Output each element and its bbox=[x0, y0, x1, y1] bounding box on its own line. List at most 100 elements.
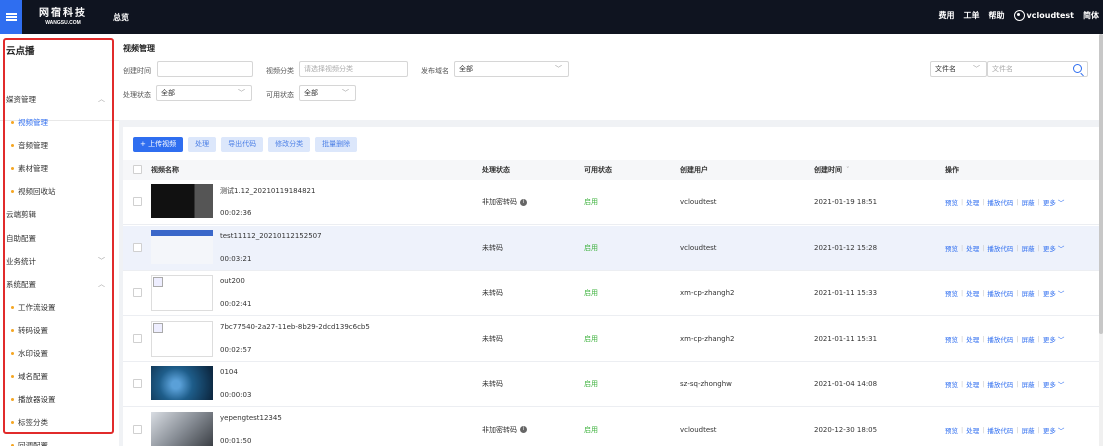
preview-link[interactable]: 预览 bbox=[945, 425, 958, 435]
upload-video-button[interactable]: + 上传视频 bbox=[133, 137, 184, 152]
select-all-checkbox[interactable] bbox=[133, 165, 142, 174]
block-link[interactable]: 屏蔽 bbox=[1022, 334, 1035, 344]
play-code-link[interactable]: 播放代码 bbox=[987, 334, 1013, 344]
process-status-select[interactable]: 全部 ﹀ bbox=[156, 85, 252, 101]
process-link[interactable]: 处理 bbox=[966, 288, 979, 298]
block-link[interactable]: 屏蔽 bbox=[1022, 425, 1035, 435]
preview-link[interactable]: 预览 bbox=[945, 197, 958, 207]
search-field-select[interactable]: 文件名 ﹀ bbox=[930, 61, 987, 77]
separator: | bbox=[982, 334, 985, 343]
search-placeholder: 文件名 bbox=[992, 65, 1013, 73]
video-thumbnail[interactable] bbox=[151, 411, 213, 446]
main-content: 视频管理 创建时间 视频分类 请选择视频分类 发布域名 全部 ﹀ 文件名 ﹀ 文件名… bbox=[119, 34, 1103, 446]
table-row[interactable]: yepengtest12345 00:01:50 非加密转码 i 启用 vcloudtes… bbox=[123, 408, 1099, 446]
more-link[interactable]: 更多 ﹀ bbox=[1043, 425, 1065, 435]
row-checkbox[interactable] bbox=[133, 379, 142, 388]
video-thumbnail[interactable] bbox=[151, 229, 213, 264]
row-checkbox[interactable] bbox=[133, 197, 142, 206]
video-category-select[interactable]: 请选择视频分类 bbox=[299, 61, 408, 77]
info-icon[interactable]: i bbox=[520, 198, 527, 206]
block-link[interactable]: 屏蔽 bbox=[1022, 379, 1035, 389]
play-code-link[interactable]: 播放代码 bbox=[987, 425, 1013, 435]
process-link[interactable]: 处理 bbox=[966, 379, 979, 389]
play-code-link[interactable]: 播放代码 bbox=[987, 243, 1013, 253]
more-link[interactable]: 更多 ﹀ bbox=[1043, 379, 1065, 389]
broken-image-icon bbox=[151, 320, 213, 357]
tickets-link[interactable]: 工单 bbox=[964, 10, 980, 21]
broken-image-icon bbox=[151, 275, 213, 311]
process-status-text: 未转码 bbox=[482, 380, 503, 388]
overview-link[interactable]: 总览 bbox=[113, 12, 129, 23]
table-row[interactable]: out200 00:02:41 未转码 启用 xm-cp-zhangh2 2021-01-… bbox=[123, 271, 1099, 316]
row-checkbox[interactable] bbox=[133, 288, 142, 297]
available-status-select[interactable]: 全部 ﹀ bbox=[299, 85, 356, 101]
user-menu[interactable]: vcloudtest bbox=[1013, 10, 1074, 21]
batch-delete-button[interactable]: 批量删除 bbox=[315, 137, 358, 152]
search-input[interactable]: 文件名 bbox=[987, 61, 1088, 77]
logo[interactable]: 网宿科技 WANGSU.COM bbox=[39, 9, 87, 26]
col-created-at[interactable]: 创建时间 ˅ bbox=[814, 160, 850, 180]
play-code-link[interactable]: 播放代码 bbox=[987, 197, 1013, 207]
separator: | bbox=[1016, 380, 1019, 388]
table-row[interactable]: 测试1.12_20210119184821 00:02:36 非加密转码 i 启用 vcl… bbox=[123, 180, 1099, 225]
help-link[interactable]: 帮助 bbox=[989, 10, 1005, 21]
export-code-button[interactable]: 导出代码 bbox=[221, 137, 264, 152]
more-link[interactable]: 更多 ﹀ bbox=[1043, 197, 1065, 207]
table-row[interactable]: 0104 00:00:03 未转码 启用 sz-sq-zhonghw 2021-01-04… bbox=[123, 362, 1099, 407]
preview-link[interactable]: 预览 bbox=[945, 334, 958, 344]
process-status: 未转码 bbox=[482, 362, 503, 406]
video-title[interactable]: 测试1.12_20210119184821 bbox=[220, 186, 315, 196]
row-checkbox[interactable] bbox=[133, 333, 142, 343]
process-link[interactable]: 处理 bbox=[966, 425, 979, 435]
play-code-link[interactable]: 播放代码 bbox=[987, 288, 1013, 298]
preview-link[interactable]: 预览 bbox=[945, 243, 958, 253]
search-icon[interactable] bbox=[1073, 64, 1082, 73]
preview-link[interactable]: 预览 bbox=[945, 288, 958, 298]
process-link[interactable]: 处理 bbox=[966, 197, 979, 207]
more-label: 更多 bbox=[1042, 426, 1056, 435]
more-label: 更多 bbox=[1042, 199, 1056, 207]
play-code-link[interactable]: 播放代码 bbox=[987, 379, 1013, 389]
row-checkbox[interactable] bbox=[133, 242, 142, 252]
info-icon[interactable]: i bbox=[520, 426, 527, 433]
video-title[interactable]: test11112_20210112152507 bbox=[220, 232, 322, 240]
chevron-down-icon: ﹀ bbox=[973, 65, 980, 73]
video-thumbnail[interactable] bbox=[151, 366, 213, 400]
video-title[interactable]: 7bc77540-2a27-11eb-8b29-2dcd139c6cb5 bbox=[220, 323, 370, 331]
video-duration: 00:02:41 bbox=[220, 300, 252, 308]
process-link[interactable]: 处理 bbox=[966, 243, 979, 253]
row-checkbox[interactable] bbox=[133, 424, 142, 434]
created-at: 2021-01-04 14:08 bbox=[814, 380, 878, 388]
video-title[interactable]: yepengtest12345 bbox=[220, 414, 282, 422]
row-actions: 预览 | 处理 | 播放代码 | 屏蔽 | 更多 ﹀ bbox=[945, 226, 1064, 270]
process-status: 未转码 bbox=[482, 271, 503, 315]
fees-link[interactable]: 费用 bbox=[939, 10, 955, 21]
process-button[interactable]: 处理 bbox=[188, 137, 217, 152]
block-link[interactable]: 屏蔽 bbox=[1022, 243, 1035, 253]
preview-link[interactable]: 预览 bbox=[945, 379, 958, 389]
scrollbar-thumb[interactable] bbox=[1099, 34, 1103, 334]
more-link[interactable]: 更多 ﹀ bbox=[1043, 288, 1065, 298]
table-row[interactable]: test11112_20210112152507 00:03:21 未转码 启用 vcl… bbox=[123, 225, 1099, 271]
creator: vcloudtest bbox=[680, 198, 717, 206]
sidebar-item[interactable]: 回调配置 bbox=[0, 434, 119, 446]
publish-domain-select[interactable]: 全部 ﹀ bbox=[454, 61, 569, 77]
process-link[interactable]: 处理 bbox=[966, 334, 979, 344]
video-duration: 00:02:36 bbox=[220, 209, 252, 217]
top-navbar: 网宿科技 WANGSU.COM 总览 费用 工单 帮助 vcloudtest 简… bbox=[0, 0, 1103, 34]
available-status-value: 全部 bbox=[304, 89, 318, 97]
menu-icon[interactable] bbox=[0, 0, 22, 34]
block-link[interactable]: 屏蔽 bbox=[1022, 197, 1035, 207]
video-title[interactable]: 0104 bbox=[220, 368, 238, 376]
create-time-input[interactable] bbox=[157, 61, 253, 77]
more-link[interactable]: 更多 ﹀ bbox=[1043, 334, 1065, 344]
page-scrollbar[interactable] bbox=[1099, 34, 1103, 446]
more-link[interactable]: 更多 ﹀ bbox=[1043, 243, 1065, 253]
block-link[interactable]: 屏蔽 bbox=[1022, 288, 1035, 298]
language-switch[interactable]: 简体 bbox=[1083, 10, 1099, 21]
separator: | bbox=[961, 380, 964, 388]
modify-category-button[interactable]: 修改分类 bbox=[268, 137, 311, 152]
video-title[interactable]: out200 bbox=[220, 277, 245, 285]
table-row[interactable]: 7bc77540-2a27-11eb-8b29-2dcd139c6cb5 00:0… bbox=[123, 317, 1099, 362]
video-thumbnail[interactable] bbox=[151, 184, 213, 218]
